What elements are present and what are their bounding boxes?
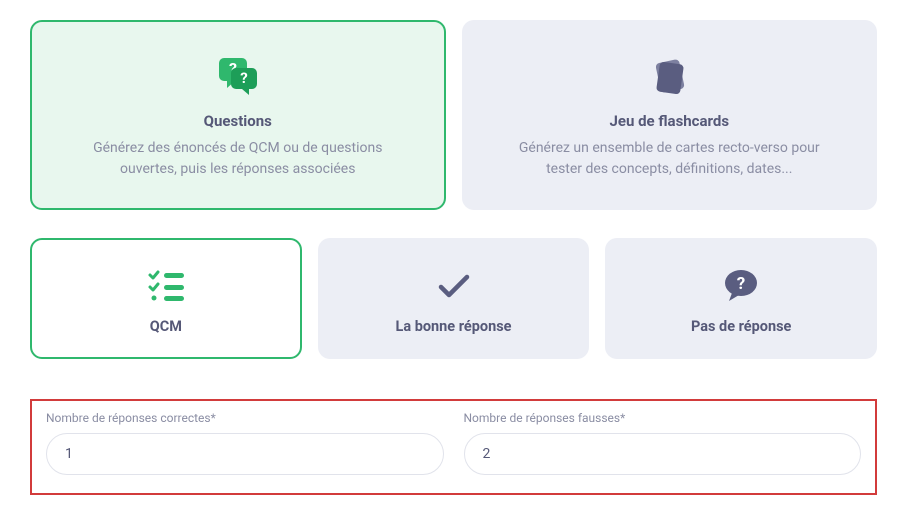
card-questions-title: Questions — [72, 112, 404, 130]
tile-qcm[interactable]: QCM — [30, 238, 302, 359]
svg-text:?: ? — [240, 69, 247, 87]
card-questions[interactable]: ? ? Questions Générez des énoncés de QCM… — [30, 20, 446, 210]
card-flashcards[interactable]: Jeu de flashcards Générez un ensemble de… — [462, 20, 878, 210]
flashcards-icon — [504, 52, 836, 102]
card-questions-desc: Générez des énoncés de QCM ou de questio… — [72, 138, 404, 180]
question-bubble-icon: ? — [627, 266, 855, 306]
wrong-count-input[interactable] — [464, 433, 862, 475]
wrong-count-label: Nombre de réponses fausses* — [464, 411, 862, 425]
card-flashcards-desc: Générez un ensemble de cartes recto-vers… — [504, 138, 836, 180]
checklist-icon — [52, 266, 280, 306]
tile-pas-de-reponse[interactable]: ? Pas de réponse — [605, 238, 877, 359]
tile-pas-de-reponse-title: Pas de réponse — [627, 318, 855, 335]
card-flashcards-title: Jeu de flashcards — [504, 112, 836, 130]
tile-bonne-reponse[interactable]: La bonne réponse — [318, 238, 590, 359]
tile-bonne-reponse-title: La bonne réponse — [340, 318, 568, 335]
check-icon — [340, 266, 568, 306]
correct-count-input[interactable] — [46, 433, 444, 475]
svg-text:?: ? — [737, 274, 745, 294]
questions-icon: ? ? — [72, 52, 404, 102]
answer-counts-box: Nombre de réponses correctes* Nombre de … — [30, 399, 877, 495]
tile-qcm-title: QCM — [52, 318, 280, 335]
correct-count-label: Nombre de réponses correctes* — [46, 411, 444, 425]
